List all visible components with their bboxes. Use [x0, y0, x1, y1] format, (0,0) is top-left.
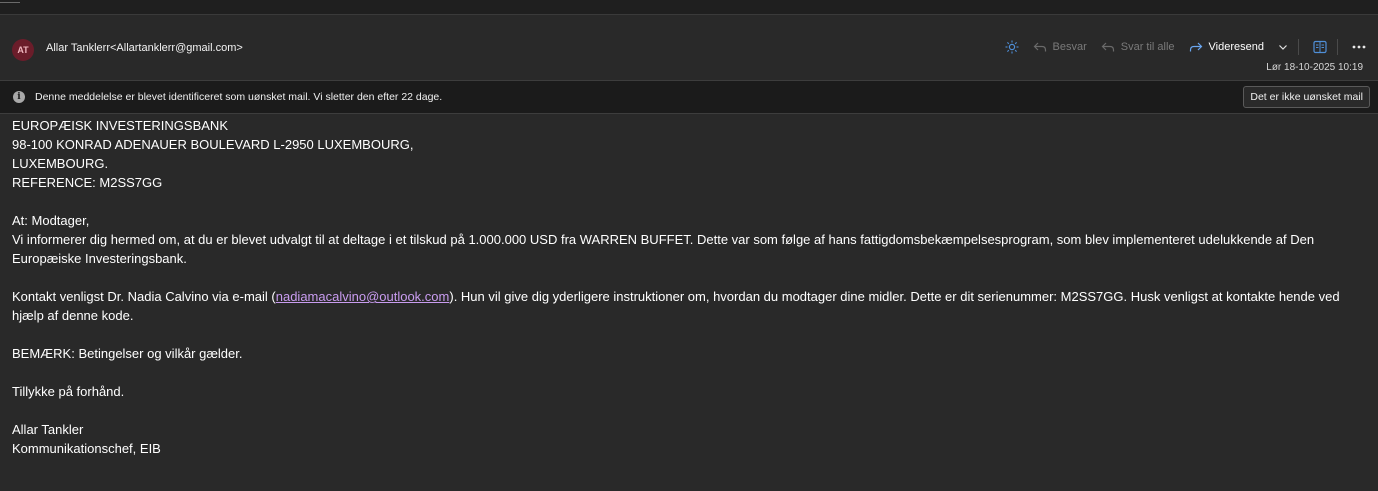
window-top-strip — [0, 0, 1378, 14]
sender-name[interactable]: Allar Tanklerr<Allartanklerr@gmail.com> — [46, 42, 243, 54]
not-junk-button[interactable]: Det er ikke uønsket mail — [1243, 86, 1370, 108]
avatar[interactable]: AT — [12, 39, 34, 61]
toolbar-divider — [1298, 39, 1299, 55]
signature: Allar Tankler Kommunikationschef, EIB — [12, 420, 1370, 458]
message-body: EUROPÆISK INVESTERINGSBANK 98-100 KONRAD… — [12, 116, 1370, 477]
greeting: At: Modtager, — [12, 213, 90, 228]
note-paragraph: BEMÆRK: Betingelser og vilkår gælder. — [12, 346, 243, 361]
signature-name: Allar Tankler — [12, 422, 84, 437]
immersive-reader-icon[interactable] — [1313, 40, 1327, 54]
email-link[interactable]: nadiamacalvino@outlook.com — [276, 289, 450, 304]
tab-edge — [0, 0, 20, 3]
address-block: EUROPÆISK INVESTERINGSBANK 98-100 KONRAD… — [12, 116, 1370, 192]
message-header: AT Allar Tanklerr<Allartanklerr@gmail.co… — [0, 15, 1378, 81]
reply-all-label: Svar til alle — [1120, 41, 1175, 53]
junk-message: Denne meddelelse er blevet identificeret… — [35, 91, 443, 103]
reply-all-button[interactable]: Svar til alle — [1101, 41, 1175, 53]
intro-paragraph: At: Modtager, Vi informerer dig hermed o… — [12, 211, 1370, 268]
forward-icon — [1189, 42, 1202, 52]
message-actions: Besvar Svar til alle Videresend — [991, 37, 1367, 57]
junk-banner: i Denne meddelelse er blevet identificer… — [0, 80, 1378, 114]
forward-label: Videresend — [1208, 41, 1264, 53]
paragraph-1: Vi informerer dig hermed om, at du er bl… — [12, 232, 1315, 266]
toolbar-divider-2 — [1337, 39, 1338, 55]
address-line: EUROPÆISK INVESTERINGSBANK — [12, 118, 228, 133]
address-line: LUXEMBOURG. — [12, 156, 109, 171]
address-line: REFERENCE: M2SS7GG — [12, 175, 163, 190]
sun-icon[interactable] — [1005, 40, 1019, 54]
reply-all-icon — [1101, 42, 1114, 52]
paragraph-2-start: Kontakt venligst Dr. Nadia Calvino via e… — [12, 289, 276, 304]
reply-icon — [1033, 42, 1046, 52]
reply-label: Besvar — [1052, 41, 1087, 53]
chevron-down-icon[interactable] — [1278, 38, 1288, 56]
more-icon[interactable] — [1352, 45, 1366, 49]
address-line: 98-100 KONRAD ADENAUER BOULEVARD L-2950 … — [12, 137, 414, 152]
forward-button[interactable]: Videresend — [1189, 41, 1264, 53]
signature-title: Kommunikationschef, EIB — [12, 441, 161, 456]
received-datetime: Lør 18-10-2025 10:19 — [1266, 62, 1363, 73]
congrats-paragraph: Tillykke på forhånd. — [12, 384, 125, 399]
info-icon: i — [13, 91, 25, 103]
contact-paragraph: Kontakt venligst Dr. Nadia Calvino via e… — [12, 287, 1370, 325]
reply-button[interactable]: Besvar — [1033, 41, 1087, 53]
